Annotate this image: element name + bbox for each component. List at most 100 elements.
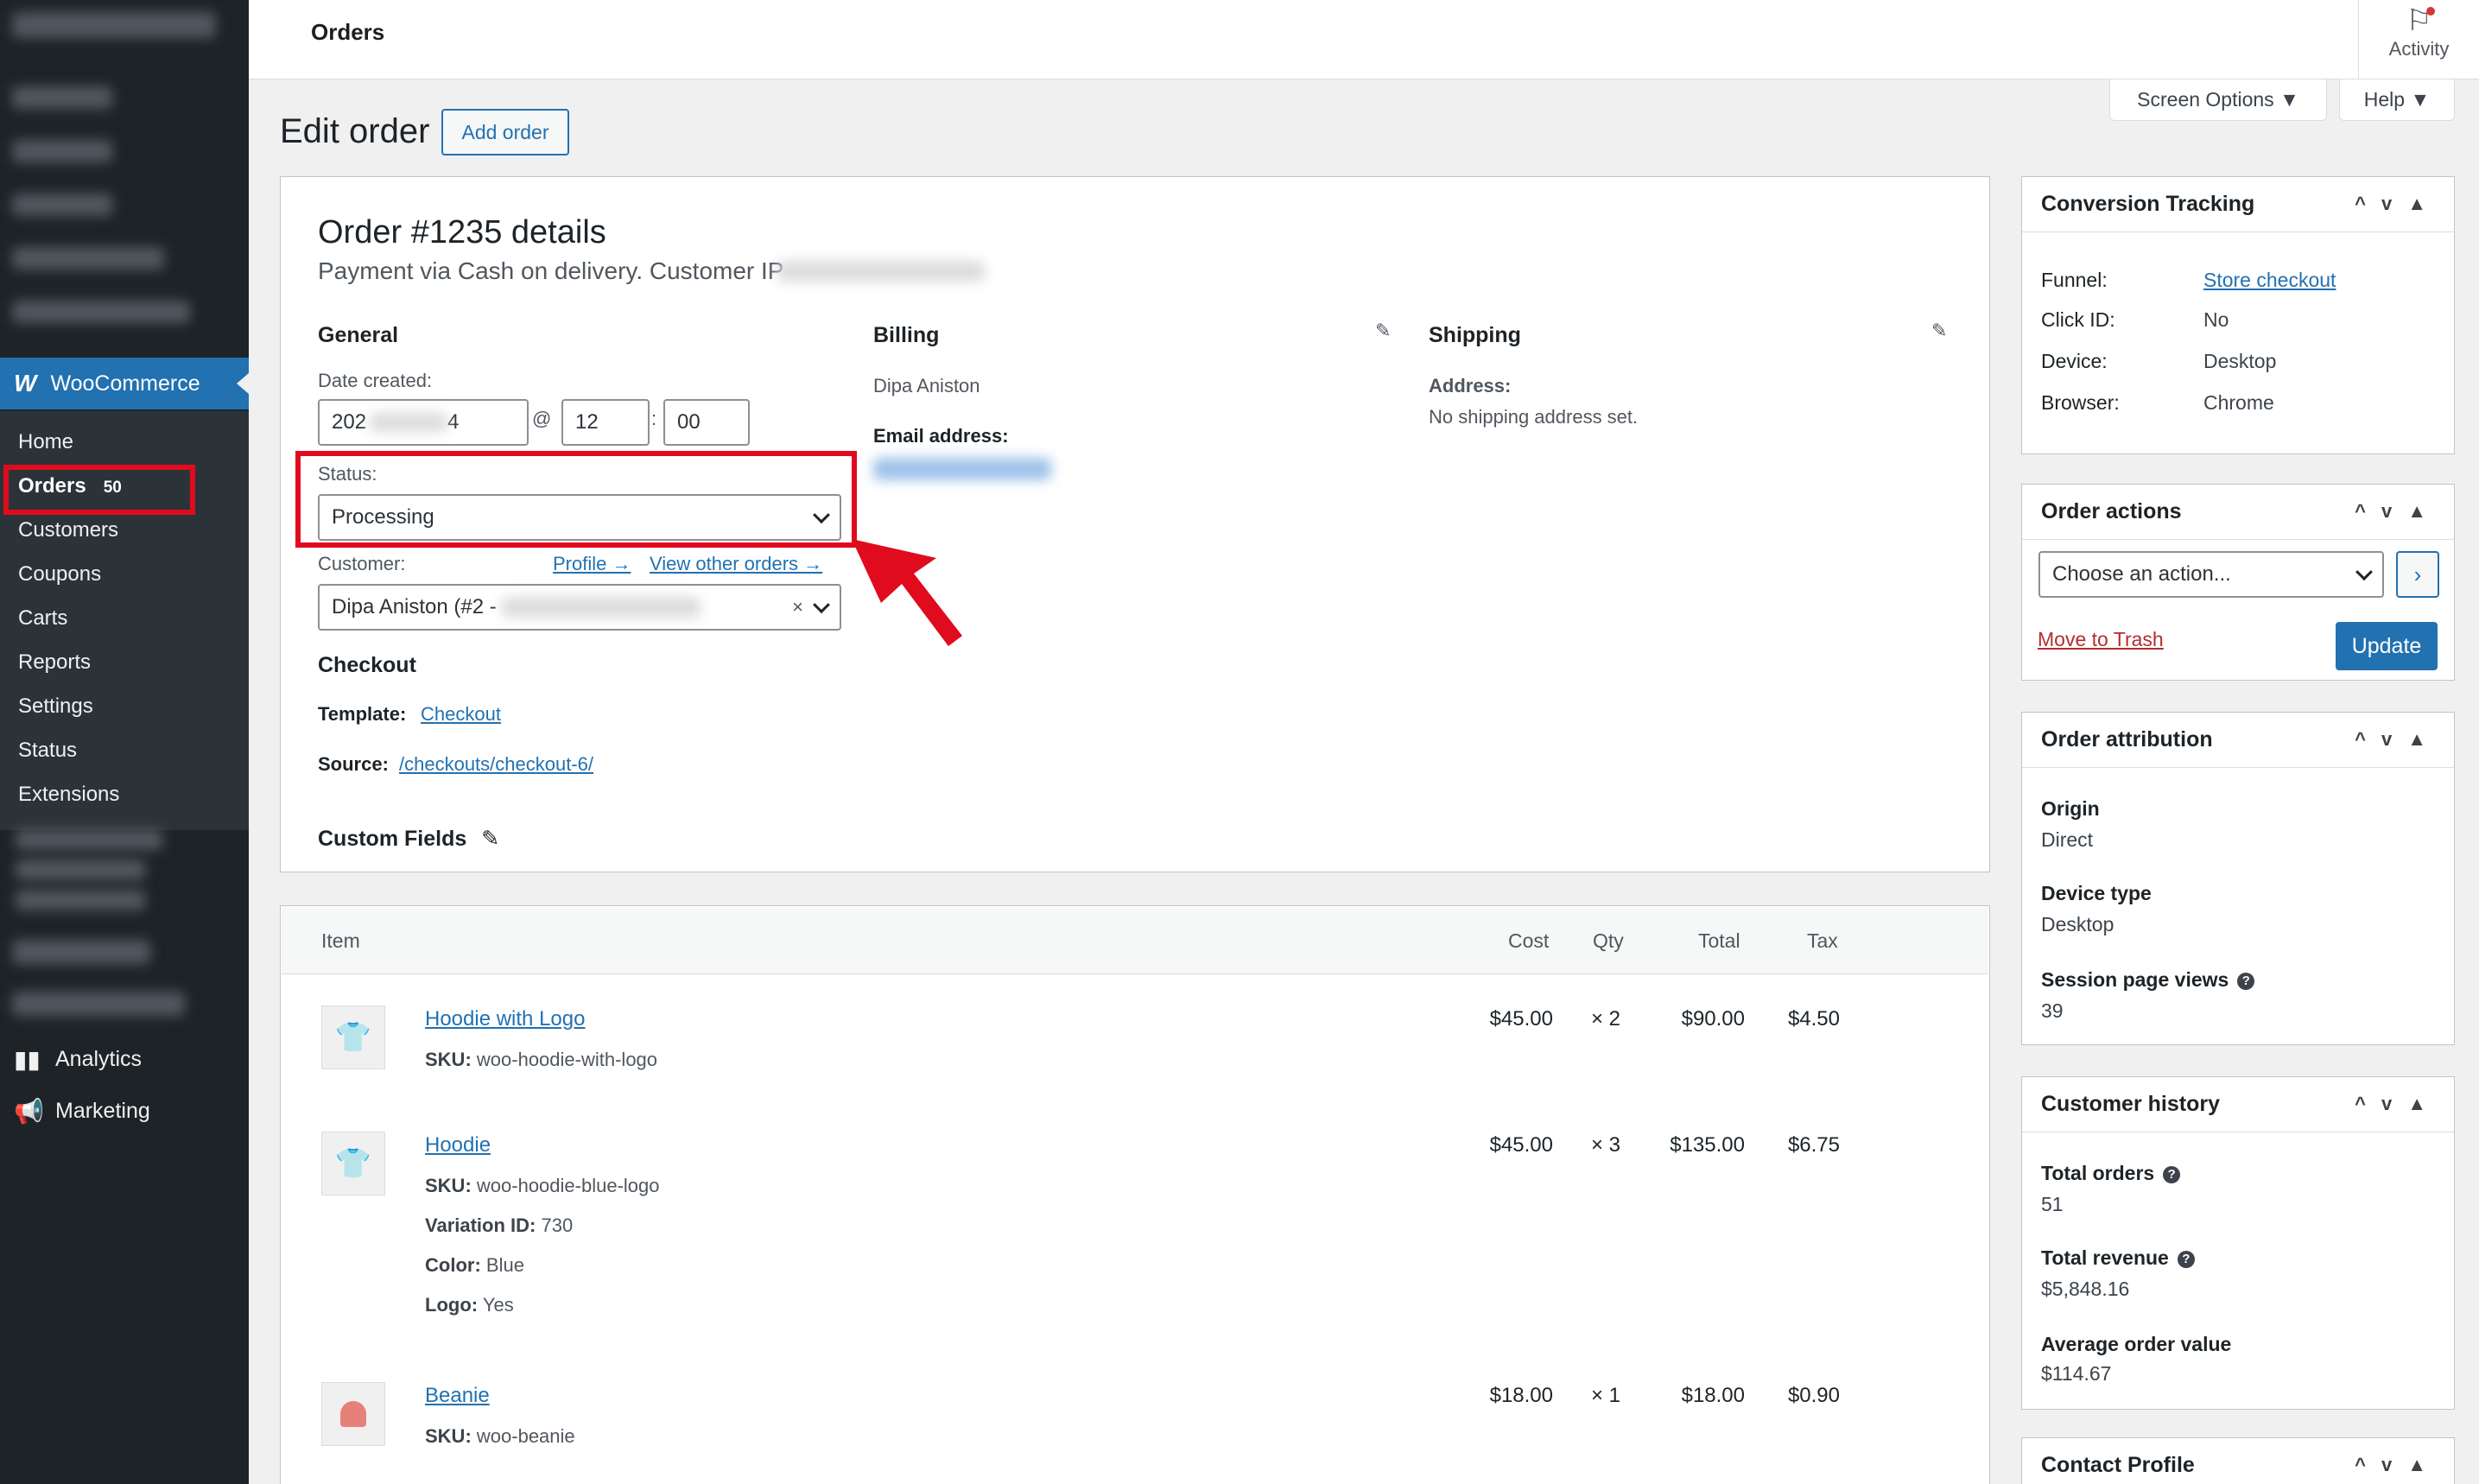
help-button[interactable]: Help ▼	[2339, 79, 2455, 121]
item-link-beanie[interactable]: Beanie	[425, 1384, 490, 1408]
total-revenue-row: Total revenue?	[2041, 1246, 2195, 1270]
order-action-select[interactable]: Choose an action...	[2038, 551, 2384, 598]
help-icon[interactable]: ?	[2237, 972, 2255, 990]
item-link-hoodie-with-logo[interactable]: Hoodie with Logo	[425, 1007, 585, 1031]
page-header-title: Orders	[311, 19, 385, 45]
collapse-icon[interactable]: ▲	[2407, 193, 2442, 215]
collapse-icon[interactable]: ▲	[2407, 500, 2442, 523]
shipping-address-value: No shipping address set.	[1429, 406, 1639, 428]
blurred-ip	[777, 261, 985, 282]
update-button[interactable]: Update	[2336, 622, 2438, 670]
hoodie-logo-thumbnail: 👕	[321, 1005, 385, 1069]
submenu-item-home[interactable]: Home	[0, 420, 249, 464]
move-to-trash-link[interactable]: Move to Trash	[2038, 628, 2164, 651]
blurred-menu-item	[12, 193, 112, 216]
move-up-icon[interactable]: ^	[2355, 500, 2381, 523]
browser-value: Chrome	[2203, 391, 2274, 414]
date-created-label: Date created:	[318, 370, 433, 391]
item-link-hoodie[interactable]: Hoodie	[425, 1133, 491, 1157]
collapse-icon[interactable]: ▲	[2407, 1454, 2442, 1476]
variation-value: 730	[541, 1214, 574, 1236]
move-down-icon[interactable]: v	[2381, 500, 2407, 523]
blurred-menu-item	[12, 140, 112, 162]
template-link[interactable]: Checkout	[421, 703, 501, 726]
activity-button[interactable]: ⚐ Activity	[2358, 0, 2479, 79]
move-up-icon[interactable]: ^	[2355, 1093, 2381, 1115]
customer-profile-link[interactable]: Profile →	[553, 553, 631, 575]
screen-options-button[interactable]: Screen Options ▼	[2109, 79, 2327, 121]
move-down-icon[interactable]: v	[2381, 193, 2407, 215]
orders-highlight-box	[3, 465, 195, 515]
chevron-down-icon	[2355, 563, 2373, 581]
contact-profile-box: Contact Profile ^v▲	[2021, 1437, 2455, 1484]
flag-icon: ⚐	[2359, 3, 2479, 38]
move-up-icon[interactable]: ^	[2355, 1454, 2381, 1476]
item-qty: × 3	[1591, 1133, 1621, 1157]
hour-input[interactable]: 12	[561, 399, 650, 446]
source-link[interactable]: /checkouts/checkout-6/	[399, 753, 593, 776]
general-title: General	[318, 323, 399, 347]
submenu-item-extensions[interactable]: Extensions	[0, 772, 249, 816]
submenu-item-status[interactable]: Status	[0, 728, 249, 772]
view-other-orders-link[interactable]: View other orders →	[650, 553, 822, 575]
move-down-icon[interactable]: v	[2381, 1454, 2407, 1476]
item-color: Color: Blue	[425, 1254, 524, 1277]
session-views-label: Session page views	[2041, 968, 2229, 991]
shipping-title: Shipping	[1429, 323, 1521, 347]
box-header: Contact Profile ^v▲	[2022, 1438, 2454, 1484]
help-icon[interactable]: ?	[2177, 1250, 2195, 1268]
minute-input[interactable]: 00	[663, 399, 750, 446]
total-orders-value: 51	[2041, 1193, 2064, 1215]
submenu-item-reports[interactable]: Reports	[0, 640, 249, 684]
sku-label: SKU:	[425, 1049, 472, 1070]
funnel-label: Funnel:	[2041, 269, 2108, 291]
blurred-menu-item	[12, 940, 150, 964]
aov-value: $114.67	[2041, 1362, 2112, 1385]
origin-label: Origin	[2041, 797, 2100, 820]
move-up-icon[interactable]: ^	[2355, 193, 2381, 215]
item-total: $18.00	[1681, 1384, 1745, 1407]
sku-value: woo-hoodie-blue-logo	[476, 1175, 660, 1196]
box-header: Order actions ^v▲	[2022, 485, 2454, 540]
arrow-shape	[852, 539, 962, 646]
help-icon[interactable]: ?	[2163, 1165, 2181, 1183]
collapse-icon[interactable]: ▲	[2407, 728, 2442, 751]
date-tail: 4	[447, 410, 460, 434]
custom-fields-title[interactable]: Custom Fields ✎	[318, 826, 499, 852]
conversion-tracking-box: Conversion Tracking ^v▲ Funnel: Store ch…	[2021, 176, 2455, 454]
sidebar-item-analytics[interactable]: ▮▮ Analytics	[0, 1042, 249, 1076]
add-order-button[interactable]: Add order	[441, 109, 569, 155]
logo-value: Yes	[482, 1294, 514, 1316]
order-action-value: Choose an action...	[2052, 562, 2231, 586]
item-tax: $4.50	[1787, 1007, 1840, 1031]
submenu-item-carts[interactable]: Carts	[0, 596, 249, 640]
edit-shipping-icon[interactable]: ✎	[1931, 320, 1947, 342]
box-controls: ^v▲	[2355, 500, 2442, 523]
submenu-item-coupons[interactable]: Coupons	[0, 552, 249, 596]
move-down-icon[interactable]: v	[2381, 728, 2407, 751]
clear-icon[interactable]: ×	[792, 596, 803, 618]
sidebar-item-woocommerce[interactable]: W WooCommerce	[0, 358, 249, 409]
move-down-icon[interactable]: v	[2381, 1093, 2407, 1115]
box-header: Customer history ^v▲	[2022, 1077, 2454, 1132]
customer-history-box: Customer history ^v▲ Total orders? 51 To…	[2021, 1076, 2455, 1410]
submenu-item-settings[interactable]: Settings	[0, 684, 249, 728]
box-header: Conversion Tracking ^v▲	[2022, 177, 2454, 232]
device-type-value: Desktop	[2041, 913, 2114, 935]
item-sku: SKU: woo-beanie	[425, 1425, 575, 1448]
move-up-icon[interactable]: ^	[2355, 728, 2381, 751]
customer-select[interactable]: Dipa Aniston (#2 - ×	[318, 584, 841, 631]
date-created-input[interactable]: 202 4	[318, 399, 529, 446]
order-subheading: Payment via Cash on delivery. Customer I…	[318, 257, 784, 284]
apply-action-button[interactable]: ›	[2396, 551, 2439, 598]
item-qty: × 1	[1591, 1384, 1621, 1407]
shipping-address-label: Address:	[1429, 375, 1512, 396]
funnel-link[interactable]: Store checkout	[2203, 269, 2336, 292]
edit-billing-icon[interactable]: ✎	[1375, 320, 1391, 342]
sidebar-item-marketing[interactable]: 📢 Marketing	[0, 1092, 249, 1130]
items-table-header: Item Cost Qty Total Tax	[282, 907, 1988, 974]
time-separator: :	[651, 408, 657, 429]
source-label: Source:	[318, 753, 389, 775]
collapse-icon[interactable]: ▲	[2407, 1093, 2442, 1115]
sku-label: SKU:	[425, 1175, 472, 1196]
